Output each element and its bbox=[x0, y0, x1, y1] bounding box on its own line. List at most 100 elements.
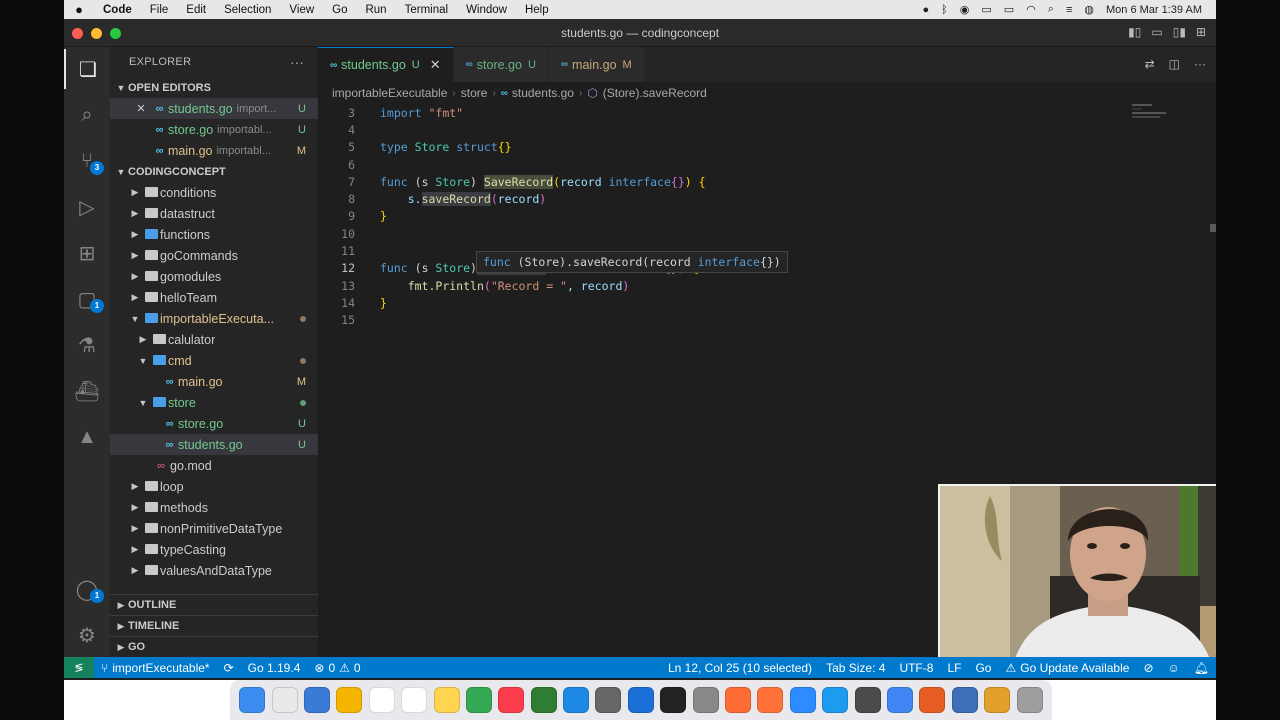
tab-main-go[interactable]: ∞ main.go M bbox=[548, 47, 645, 82]
dock-app-icon[interactable] bbox=[498, 687, 525, 713]
azure-icon[interactable]: ▲ bbox=[64, 417, 110, 457]
remote-indicator-icon[interactable]: ≶ bbox=[64, 657, 94, 678]
docker-icon[interactable]: ⛴ bbox=[64, 371, 110, 411]
dock-app-icon[interactable] bbox=[401, 687, 428, 713]
extensions-icon[interactable]: ⊞ bbox=[64, 233, 110, 273]
accounts-icon[interactable]: ◯ 1 bbox=[64, 569, 110, 609]
language-mode[interactable]: Go bbox=[968, 661, 998, 675]
menu-terminal[interactable]: Terminal bbox=[396, 4, 457, 16]
breadcrumb-item[interactable]: (Store).saveRecord bbox=[603, 86, 707, 100]
tab-size[interactable]: Tab Size: 4 bbox=[819, 661, 892, 675]
clock[interactable]: Mon 6 Mar 1:39 AM bbox=[1106, 4, 1202, 16]
breadcrumb-item[interactable]: importableExecutable bbox=[332, 86, 447, 100]
dock-app-icon[interactable] bbox=[692, 687, 719, 713]
dock-app-icon[interactable] bbox=[303, 687, 330, 713]
dock-app-icon[interactable] bbox=[239, 687, 266, 713]
open-editors-section[interactable]: ▼ OPEN EDITORS bbox=[110, 77, 318, 98]
dock-app-icon[interactable] bbox=[660, 687, 687, 713]
dock-app-icon[interactable] bbox=[951, 687, 978, 713]
menu-app[interactable]: Code bbox=[94, 4, 141, 16]
siri-icon[interactable]: ◍ bbox=[1084, 3, 1094, 16]
bluetooth-icon[interactable]: ᛒ bbox=[941, 4, 948, 16]
tab-students-go[interactable]: ∞ students.go U ✕ bbox=[318, 47, 454, 82]
folder-loop[interactable]: ▶ loop bbox=[110, 476, 318, 497]
folder-store[interactable]: ▼ store bbox=[110, 392, 318, 413]
dock-app-icon[interactable] bbox=[757, 687, 784, 713]
control-center-icon[interactable]: ≡ bbox=[1066, 4, 1072, 16]
file-store-go[interactable]: ∞ store.go U bbox=[110, 413, 318, 434]
search-icon[interactable]: ⌕ bbox=[64, 95, 110, 135]
tab-store-go[interactable]: ∞ store.go U bbox=[453, 47, 549, 82]
close-tab-icon[interactable]: ✕ bbox=[430, 57, 441, 73]
open-editor-main[interactable]: ∞ main.go importabl... M bbox=[110, 140, 318, 161]
problems-indicator[interactable]: ⊗ 0 ⚠ 0 bbox=[307, 661, 367, 675]
dock-app-icon[interactable] bbox=[595, 687, 622, 713]
account-icon[interactable]: ◉ bbox=[960, 3, 970, 16]
record-icon[interactable]: ● bbox=[923, 4, 930, 16]
toggle-sidebar-icon[interactable]: ▮▯ bbox=[1128, 25, 1141, 39]
dock-app-icon[interactable] bbox=[919, 687, 946, 713]
compare-changes-icon[interactable]: ⇄ bbox=[1145, 57, 1155, 71]
split-editor-icon[interactable]: ◫ bbox=[1169, 57, 1180, 71]
folder-cmd[interactable]: ▼ cmd bbox=[110, 350, 318, 371]
dock-app-icon[interactable] bbox=[1016, 687, 1043, 713]
code-editor[interactable]: 3 import "fmt" 4 5 type Store struct{} 6 7… bbox=[318, 104, 1216, 329]
dock-app-icon[interactable] bbox=[725, 687, 752, 713]
end-of-line[interactable]: LF bbox=[940, 661, 968, 675]
toggle-secondary-sidebar-icon[interactable]: ▯▮ bbox=[1173, 25, 1186, 39]
branch-indicator[interactable]: ⑂ importExecutable* bbox=[94, 661, 217, 675]
dock-app-icon[interactable] bbox=[789, 687, 816, 713]
go-section[interactable]: ▶ GO bbox=[110, 636, 318, 657]
menu-edit[interactable]: Edit bbox=[177, 4, 215, 16]
wifi-icon[interactable]: ◠ bbox=[1026, 3, 1036, 16]
source-control-icon[interactable]: ⑂ 3 bbox=[64, 141, 110, 181]
outline-section[interactable]: ▶ OUTLINE bbox=[110, 594, 318, 615]
folder-helloTeam[interactable]: ▶ helloTeam bbox=[110, 287, 318, 308]
run-debug-icon[interactable]: ▷ bbox=[64, 187, 110, 227]
testing-icon[interactable]: ⚗ bbox=[64, 325, 110, 365]
folder-calulator[interactable]: ▶ calulator bbox=[110, 329, 318, 350]
timeline-section[interactable]: ▶ TIMELINE bbox=[110, 615, 318, 636]
explorer-icon[interactable]: ❏ bbox=[64, 49, 110, 89]
go-version[interactable]: Go 1.19.4 bbox=[241, 661, 308, 675]
menu-help[interactable]: Help bbox=[516, 4, 558, 16]
live-share-icon[interactable]: ⊘ bbox=[1136, 661, 1160, 675]
menu-view[interactable]: View bbox=[280, 4, 323, 16]
battery-icon[interactable]: ▭ bbox=[1004, 3, 1014, 16]
dock-app-icon[interactable] bbox=[854, 687, 881, 713]
breadcrumb-item[interactable]: store bbox=[461, 86, 488, 100]
dock-app-icon[interactable] bbox=[465, 687, 492, 713]
more-actions-icon[interactable]: ··· bbox=[1194, 57, 1206, 71]
remote-explorer-icon[interactable]: ▢ 1 bbox=[64, 279, 110, 319]
menu-file[interactable]: File bbox=[141, 4, 178, 16]
open-editor-students[interactable]: ✕ ∞ students.go import... U bbox=[110, 98, 318, 119]
menu-selection[interactable]: Selection bbox=[215, 4, 280, 16]
sync-indicator[interactable]: ⟳ bbox=[217, 661, 241, 675]
folder-valuesAndDataType[interactable]: ▶ valuesAndDataType bbox=[110, 560, 318, 581]
gear-icon[interactable]: ⚙ bbox=[64, 615, 110, 655]
file-cmd-main[interactable]: ∞ main.go M bbox=[110, 371, 318, 392]
dock-app-icon[interactable] bbox=[368, 687, 395, 713]
cursor-position[interactable]: Ln 12, Col 25 (10 selected) bbox=[661, 661, 819, 675]
folder-importable[interactable]: ▼ importableExecuta... bbox=[110, 308, 318, 329]
dock-app-icon[interactable] bbox=[984, 687, 1011, 713]
toggle-panel-icon[interactable]: ▭ bbox=[1151, 25, 1162, 39]
encoding[interactable]: UTF-8 bbox=[892, 661, 940, 675]
more-actions-icon[interactable]: ··· bbox=[290, 55, 304, 70]
dock-app-icon[interactable] bbox=[336, 687, 363, 713]
file-go-mod[interactable]: ∞ go.mod bbox=[110, 455, 318, 476]
feedback-icon[interactable]: ☺ bbox=[1161, 661, 1187, 675]
dock-app-icon[interactable] bbox=[271, 687, 298, 713]
menu-window[interactable]: Window bbox=[457, 4, 516, 16]
folder-gomodules[interactable]: ▶ gomodules bbox=[110, 266, 318, 287]
go-update[interactable]: ⚠ Go Update Available bbox=[998, 661, 1136, 675]
dock-app-icon[interactable] bbox=[563, 687, 590, 713]
open-editor-store[interactable]: ∞ store.go importabl... U bbox=[110, 119, 318, 140]
folder-nonPrimitiveDataType[interactable]: ▶ nonPrimitiveDataType bbox=[110, 518, 318, 539]
dock-app-icon[interactable] bbox=[627, 687, 654, 713]
folder-goCommands[interactable]: ▶ goCommands bbox=[110, 245, 318, 266]
dock-app-icon[interactable] bbox=[433, 687, 460, 713]
dock-app-icon[interactable] bbox=[887, 687, 913, 713]
dock-app-icon[interactable] bbox=[822, 687, 849, 713]
search-icon[interactable]: ⌕ bbox=[1048, 3, 1054, 16]
